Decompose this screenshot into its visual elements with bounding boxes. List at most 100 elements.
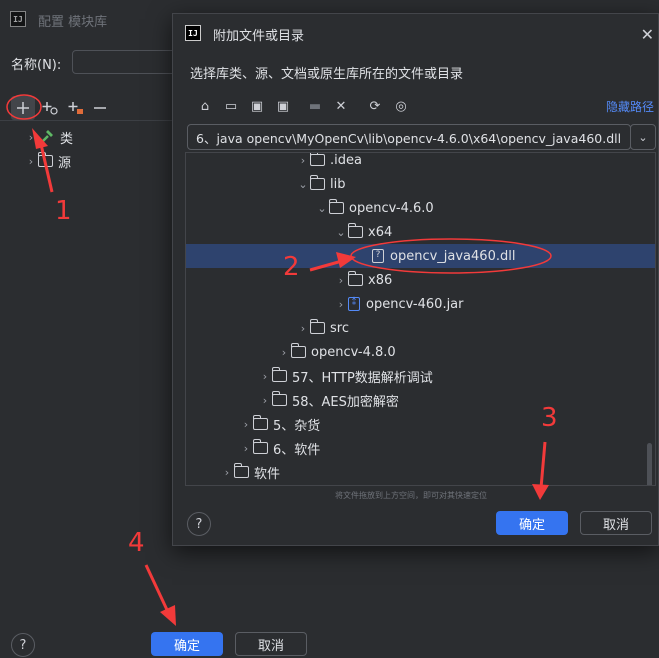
add-alt-icon[interactable] — [64, 96, 88, 120]
tree-item-label: x64 — [368, 224, 393, 240]
chevron-right-icon: › — [262, 369, 268, 383]
chevron-down-icon: ⌄ — [336, 225, 346, 239]
home-icon[interactable]: ⌂ — [195, 96, 215, 116]
tree-item-label: 源 — [58, 155, 72, 171]
chevron-right-icon: › — [338, 273, 344, 287]
tree-item-label: .idea — [330, 152, 362, 168]
folder-icon — [329, 199, 344, 214]
tree-item-label: x86 — [368, 272, 393, 288]
tree-item[interactable]: › x86 — [186, 268, 655, 292]
tree-item[interactable]: ⌄ x64 — [186, 220, 655, 244]
tree-item-sources[interactable]: › 源 — [24, 150, 71, 172]
hide-path-link[interactable]: 隐藏路径 — [606, 98, 654, 115]
hammer-icon — [40, 130, 53, 144]
folder-icon — [234, 463, 249, 478]
folder-icon — [272, 391, 287, 406]
chevron-right-icon: › — [243, 441, 249, 455]
back-dialog-title: 配置 模块库 — [38, 15, 108, 30]
folder-icon — [253, 439, 268, 454]
tree-item[interactable]: › 软件 — [186, 460, 655, 484]
dialog-title: 附加文件或目录 — [213, 29, 305, 44]
tree-item-label: opencv-4.6.0 — [349, 200, 434, 216]
chevron-right-icon: › — [224, 465, 230, 479]
chevron-right-icon: › — [243, 417, 249, 431]
tree-item-label: opencv-460.jar — [366, 296, 464, 312]
tree-item[interactable]: › ⁑ opencv-460.jar — [186, 292, 655, 316]
cancel-button[interactable]: 取消 — [580, 511, 652, 535]
chevron-right-icon: › — [338, 297, 344, 311]
help-button[interactable]: ? — [187, 512, 211, 536]
chevron-right-icon: › — [262, 393, 268, 407]
chevron-down-icon: ⌄ — [317, 201, 327, 215]
tree-item[interactable]: › 57、HTTP数据解析调试 — [186, 364, 655, 388]
path-field[interactable]: 6、java opencv\MyOpenCv\lib\opencv-4.6.0\… — [187, 124, 631, 150]
chevron-right-icon: › — [300, 321, 306, 335]
desktop-icon[interactable]: ▭ — [221, 96, 241, 116]
chevron-right-icon: › — [28, 154, 34, 168]
tree-item-label: 软件 — [254, 466, 281, 482]
folder-icon — [348, 271, 363, 286]
tree-item[interactable]: › .idea — [186, 152, 655, 172]
folder-icon — [38, 152, 53, 167]
divider — [0, 120, 175, 121]
new-folder-icon[interactable]: ▬ — [305, 96, 325, 116]
drop-hint: 将文件拖放到上方空间，即可对其快速定位 — [335, 491, 487, 500]
annotation-number: 3 — [541, 403, 558, 433]
tree-item[interactable]: › opencv-4.8.0 — [186, 340, 655, 364]
tree-item[interactable]: ⌄ lib — [186, 172, 655, 196]
tree-item-classes[interactable]: › 类 — [24, 126, 73, 148]
refresh-icon[interactable]: ⟳ — [365, 96, 385, 116]
folder-icon — [310, 175, 325, 190]
dialog-description: 选择库类、源、文档或原生库所在的文件或目录 — [190, 67, 464, 82]
folder-icon — [253, 415, 268, 430]
tree-item-label: src — [330, 320, 349, 336]
folder-icon — [348, 223, 363, 238]
plus-icon[interactable] — [11, 96, 35, 120]
delete-icon[interactable]: ✕ — [331, 96, 351, 116]
annotation-number: 1 — [55, 196, 72, 226]
folder-icon — [291, 343, 306, 358]
unknown-file-icon: ? — [372, 249, 384, 263]
tree-item-label: opencv-4.8.0 — [311, 344, 396, 360]
annotation-number: 2 — [283, 252, 300, 282]
folder-icon — [310, 153, 325, 166]
tree-item-label: opencv_java460.dll — [390, 248, 516, 264]
file-tree[interactable]: › .idea ⌄ lib ⌄ opencv-4.6.0 ⌄ x64 ? ope… — [185, 152, 656, 486]
tree-item[interactable]: › 5、杂货 — [186, 412, 655, 436]
tree-item[interactable]: › 6、软件 — [186, 436, 655, 460]
close-icon[interactable]: ✕ — [641, 25, 654, 44]
folder-icon — [272, 367, 287, 382]
tree-item-label: 类 — [60, 131, 74, 147]
project-folder-icon[interactable]: ▣ — [247, 96, 267, 116]
name-label: 名称(N): — [11, 58, 62, 73]
tree-item-label: lib — [330, 176, 346, 192]
show-hidden-icon[interactable]: ◎ — [391, 96, 411, 116]
folder-icon — [310, 319, 325, 334]
chevron-down-icon[interactable]: ⌄ — [630, 124, 656, 150]
tree-item-label: 58、AES加密解密 — [292, 394, 399, 410]
chevron-down-icon: ⌄ — [298, 177, 308, 191]
scrollbar-thumb[interactable] — [647, 443, 652, 485]
back-ok-button[interactable]: 确定 — [151, 632, 223, 656]
chevron-right-icon: › — [28, 130, 34, 144]
ok-button[interactable]: 确定 — [496, 511, 568, 535]
intellij-logo-icon: IJ — [185, 25, 201, 41]
jar-file-icon: ⁑ — [348, 297, 360, 311]
minus-icon[interactable] — [88, 96, 112, 120]
tree-item[interactable]: › 58、AES加密解密 — [186, 388, 655, 412]
tree-item-label: 5、杂货 — [273, 418, 321, 434]
tree-item-label: 57、HTTP数据解析调试 — [292, 370, 433, 386]
tree-item-label: 6、软件 — [273, 442, 321, 458]
chevron-right-icon: › — [300, 153, 306, 167]
back-help-button[interactable]: ? — [11, 633, 35, 657]
add-with-badge-icon[interactable] — [38, 96, 62, 120]
back-cancel-button[interactable]: 取消 — [235, 632, 307, 656]
attach-files-dialog: IJ 附加文件或目录 ✕ 选择库类、源、文档或原生库所在的文件或目录 ⌂ ▭ ▣… — [172, 13, 659, 546]
annotation-number: 4 — [128, 528, 145, 558]
chevron-right-icon: › — [281, 345, 287, 359]
tree-item-selected[interactable]: ? opencv_java460.dll — [186, 244, 655, 268]
intellij-logo-icon: IJ — [10, 11, 26, 27]
tree-item[interactable]: › src — [186, 316, 655, 340]
tree-item[interactable]: ⌄ opencv-4.6.0 — [186, 196, 655, 220]
module-folder-icon[interactable]: ▣ — [273, 96, 293, 116]
